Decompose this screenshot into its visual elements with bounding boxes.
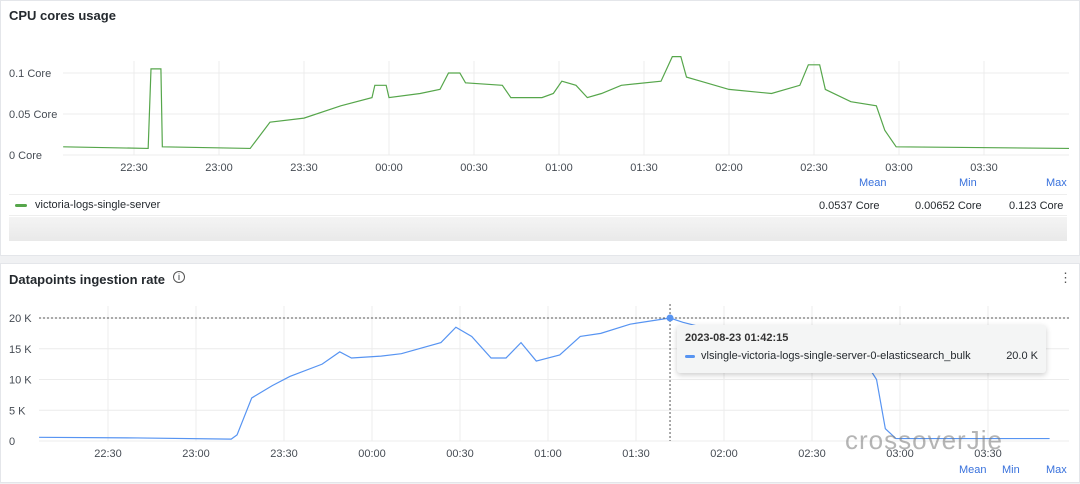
watermark-logo: crossoverJie	[845, 425, 1003, 455]
x-tick-label: 00:30	[460, 162, 488, 174]
legend-max: 0.123 Core	[1009, 200, 1064, 212]
cpu-chart[interactable]: 0 Core 0.05 Core 0.1 Core 22:30 23:00 23:30 00…	[1, 1, 1080, 176]
series-color-swatch	[685, 354, 695, 358]
tooltip-series: vlsingle-victoria-logs-single-server-0-e…	[701, 350, 971, 362]
tooltip: 2023-08-23 01:42:15 vlsingle-victoria-lo…	[677, 325, 1046, 373]
tooltip-value: 20.0 K	[1006, 350, 1038, 362]
x-tick-label: 02:30	[798, 448, 826, 460]
legend-row[interactable]: victoria-logs-single-server 0.0537 Core …	[9, 194, 1067, 216]
x-tick-label: 02:00	[715, 162, 743, 174]
legend-header-mean[interactable]: Mean	[859, 177, 887, 189]
x-tick-label: 00:00	[375, 162, 403, 174]
y-tick-label: 0.05 Core	[9, 109, 57, 121]
x-tick-label: 00:30	[446, 448, 474, 460]
x-tick-label: 01:30	[622, 448, 650, 460]
y-tick-label: 0 Core	[9, 150, 42, 162]
legend-header-mean[interactable]: Mean	[959, 464, 987, 476]
y-tick-label: 5 K	[9, 405, 26, 417]
x-tick-label: 22:30	[94, 448, 122, 460]
x-tick-label: 01:00	[545, 162, 573, 174]
legend-header-min[interactable]: Min	[1002, 464, 1020, 476]
info-icon[interactable]: i	[173, 271, 185, 283]
x-tick-label: 23:00	[205, 162, 233, 174]
legend-series-name: victoria-logs-single-server	[35, 199, 161, 211]
x-tick-label: 02:30	[800, 162, 828, 174]
hover-point	[666, 314, 674, 322]
series-color-swatch	[15, 203, 27, 207]
legend-header-max[interactable]: Max	[1046, 464, 1067, 476]
x-tick-label: 23:00	[182, 448, 210, 460]
legend-scrollbar[interactable]	[9, 217, 1067, 241]
legend-mean: 0.0537 Core	[819, 200, 880, 212]
y-tick-label: 15 K	[9, 344, 32, 356]
legend-header-min[interactable]: Min	[959, 177, 977, 189]
y-tick-label: 10 K	[9, 375, 32, 387]
y-tick-label: 0.1 Core	[9, 68, 51, 80]
x-tick-label: 23:30	[270, 448, 298, 460]
tooltip-time: 2023-08-23 01:42:15	[685, 332, 789, 344]
panel-menu-icon[interactable]: ⋮	[1059, 270, 1072, 286]
x-tick-label: 03:00	[885, 162, 913, 174]
x-tick-label: 03:30	[970, 162, 998, 174]
x-tick-label: 01:30	[630, 162, 658, 174]
legend-min: 0.00652 Core	[915, 200, 982, 212]
cpu-panel: CPU cores usage 0 Core 0.05 Core 0.1 Core 2…	[0, 0, 1080, 256]
x-tick-label: 22:30	[120, 162, 148, 174]
x-tick-label: 01:00	[534, 448, 562, 460]
x-tick-label: 23:30	[290, 162, 318, 174]
series-line	[63, 55, 1070, 150]
y-tick-label: 0	[9, 436, 15, 448]
legend-header-max[interactable]: Max	[1046, 177, 1067, 189]
x-tick-label: 02:00	[710, 448, 738, 460]
x-tick-label: 00:00	[358, 448, 386, 460]
y-tick-label: 20 K	[9, 313, 32, 325]
